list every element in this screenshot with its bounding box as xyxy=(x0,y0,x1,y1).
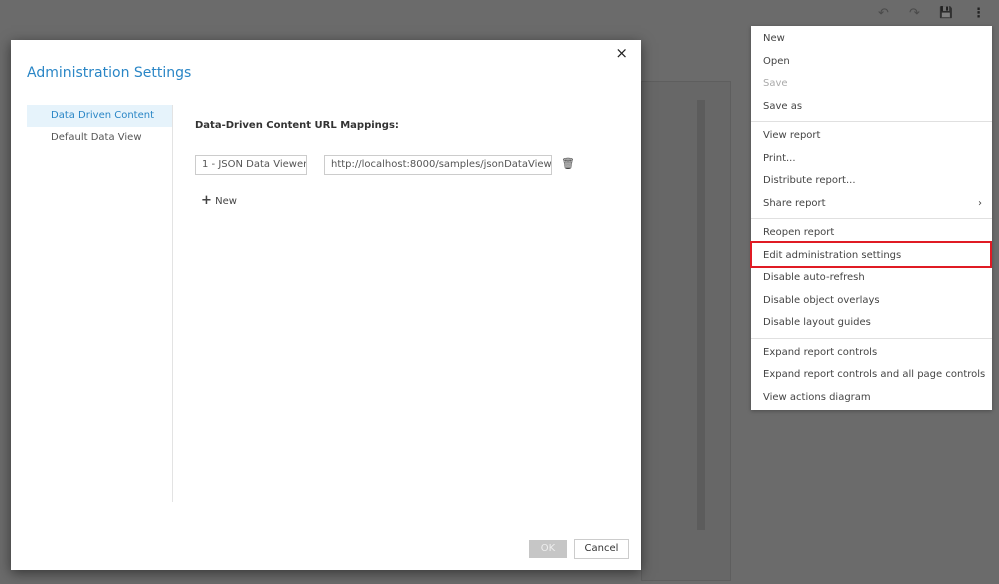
cancel-button[interactable]: Cancel xyxy=(574,539,629,559)
sidebar-item-data-driven-content[interactable]: Data Driven Content xyxy=(27,105,172,127)
menu-item-reopen-report[interactable]: Reopen report xyxy=(751,222,992,245)
menu-separator xyxy=(751,121,992,122)
menu-item-expand-report-controls-and-all-page-controls[interactable]: Expand report controls and all page cont… xyxy=(751,364,992,387)
plus-icon: + xyxy=(201,193,212,208)
background-report-panel xyxy=(641,81,731,581)
menu-item-edit-administration-settings[interactable]: Edit administration settings xyxy=(751,245,992,268)
menu-item-label: Disable layout guides xyxy=(763,317,871,328)
menu-item-label: View report xyxy=(763,130,821,141)
menu-item-print[interactable]: Print... xyxy=(751,148,992,171)
menu-separator xyxy=(751,337,992,339)
menu-separator xyxy=(751,218,992,219)
settings-content: Data-Driven Content URL Mappings: 1 - JS… xyxy=(195,120,575,208)
menu-item-save[interactable]: Save xyxy=(751,73,992,96)
menu-item-label: View actions diagram xyxy=(763,391,871,403)
mapping-url-input[interactable]: http://localhost:8000/samples/jsonDataVi… xyxy=(324,155,552,175)
menu-item-disable-auto-refresh[interactable]: Disable auto-refresh xyxy=(751,267,992,290)
menu-item-new[interactable]: New xyxy=(751,28,992,51)
ok-button[interactable]: OK xyxy=(529,540,567,558)
menu-item-label: Expand report controls and all page cont… xyxy=(763,369,986,380)
menu-item-label: Reopen report xyxy=(763,227,835,238)
menu-item-label: New xyxy=(763,33,785,44)
administration-settings-dialog: × Administration Settings Data Driven Co… xyxy=(11,40,641,570)
menu-item-label: Disable auto-refresh xyxy=(763,272,865,283)
report-options-menu: New Open Save Save as View report Print... Dis… xyxy=(751,26,992,410)
menu-item-label: Distribute report... xyxy=(763,175,856,186)
menu-item-view-report[interactable]: View report xyxy=(751,125,992,148)
menu-item-label: Share report xyxy=(763,197,826,209)
delete-trash-icon[interactable]: 🗑 xyxy=(561,157,575,170)
menu-item-label: Edit administration settings xyxy=(763,249,902,261)
new-mapping-button[interactable]: + New xyxy=(201,193,237,208)
menu-item-label: Disable object overlays xyxy=(763,294,880,306)
menu-item-label: Print... xyxy=(763,152,796,164)
menu-item-label: Open xyxy=(763,55,790,67)
undo-icon[interactable]: ↶ xyxy=(878,6,889,21)
menu-item-expand-report-controls[interactable]: Expand report controls xyxy=(751,342,992,365)
menu-item-disable-object-overlays[interactable]: Disable object overlays xyxy=(751,290,992,313)
menu-item-view-actions-diagram[interactable]: View actions diagram xyxy=(751,387,992,410)
menu-item-open[interactable]: Open xyxy=(751,51,992,74)
new-label: New xyxy=(215,196,237,207)
menu-item-save-as[interactable]: Save as xyxy=(751,96,992,119)
menu-item-label: Save xyxy=(763,78,788,89)
menu-item-share-report[interactable]: Share report › xyxy=(751,193,992,216)
section-title: Data-Driven Content URL Mappings: xyxy=(195,120,399,131)
chevron-right-icon: › xyxy=(978,197,982,209)
more-options-icon[interactable]: ⋮ xyxy=(972,6,985,21)
save-icon[interactable]: 💾 xyxy=(939,6,953,19)
menu-item-distribute-report[interactable]: Distribute report... xyxy=(751,170,992,193)
settings-sidebar: Data Driven Content Default Data View xyxy=(27,105,173,502)
menu-item-label: Save as xyxy=(763,100,803,112)
sidebar-item-default-data-view[interactable]: Default Data View xyxy=(27,127,172,149)
menu-item-disable-layout-guides[interactable]: Disable layout guides xyxy=(751,312,992,335)
background-scrollbar xyxy=(697,100,705,530)
dialog-title: Administration Settings xyxy=(27,65,192,81)
close-icon[interactable]: × xyxy=(615,44,628,62)
redo-icon[interactable]: ↷ xyxy=(909,6,920,21)
mapping-name-input[interactable]: 1 - JSON Data Viewer xyxy=(195,155,307,175)
menu-item-label: Expand report controls xyxy=(763,346,878,358)
